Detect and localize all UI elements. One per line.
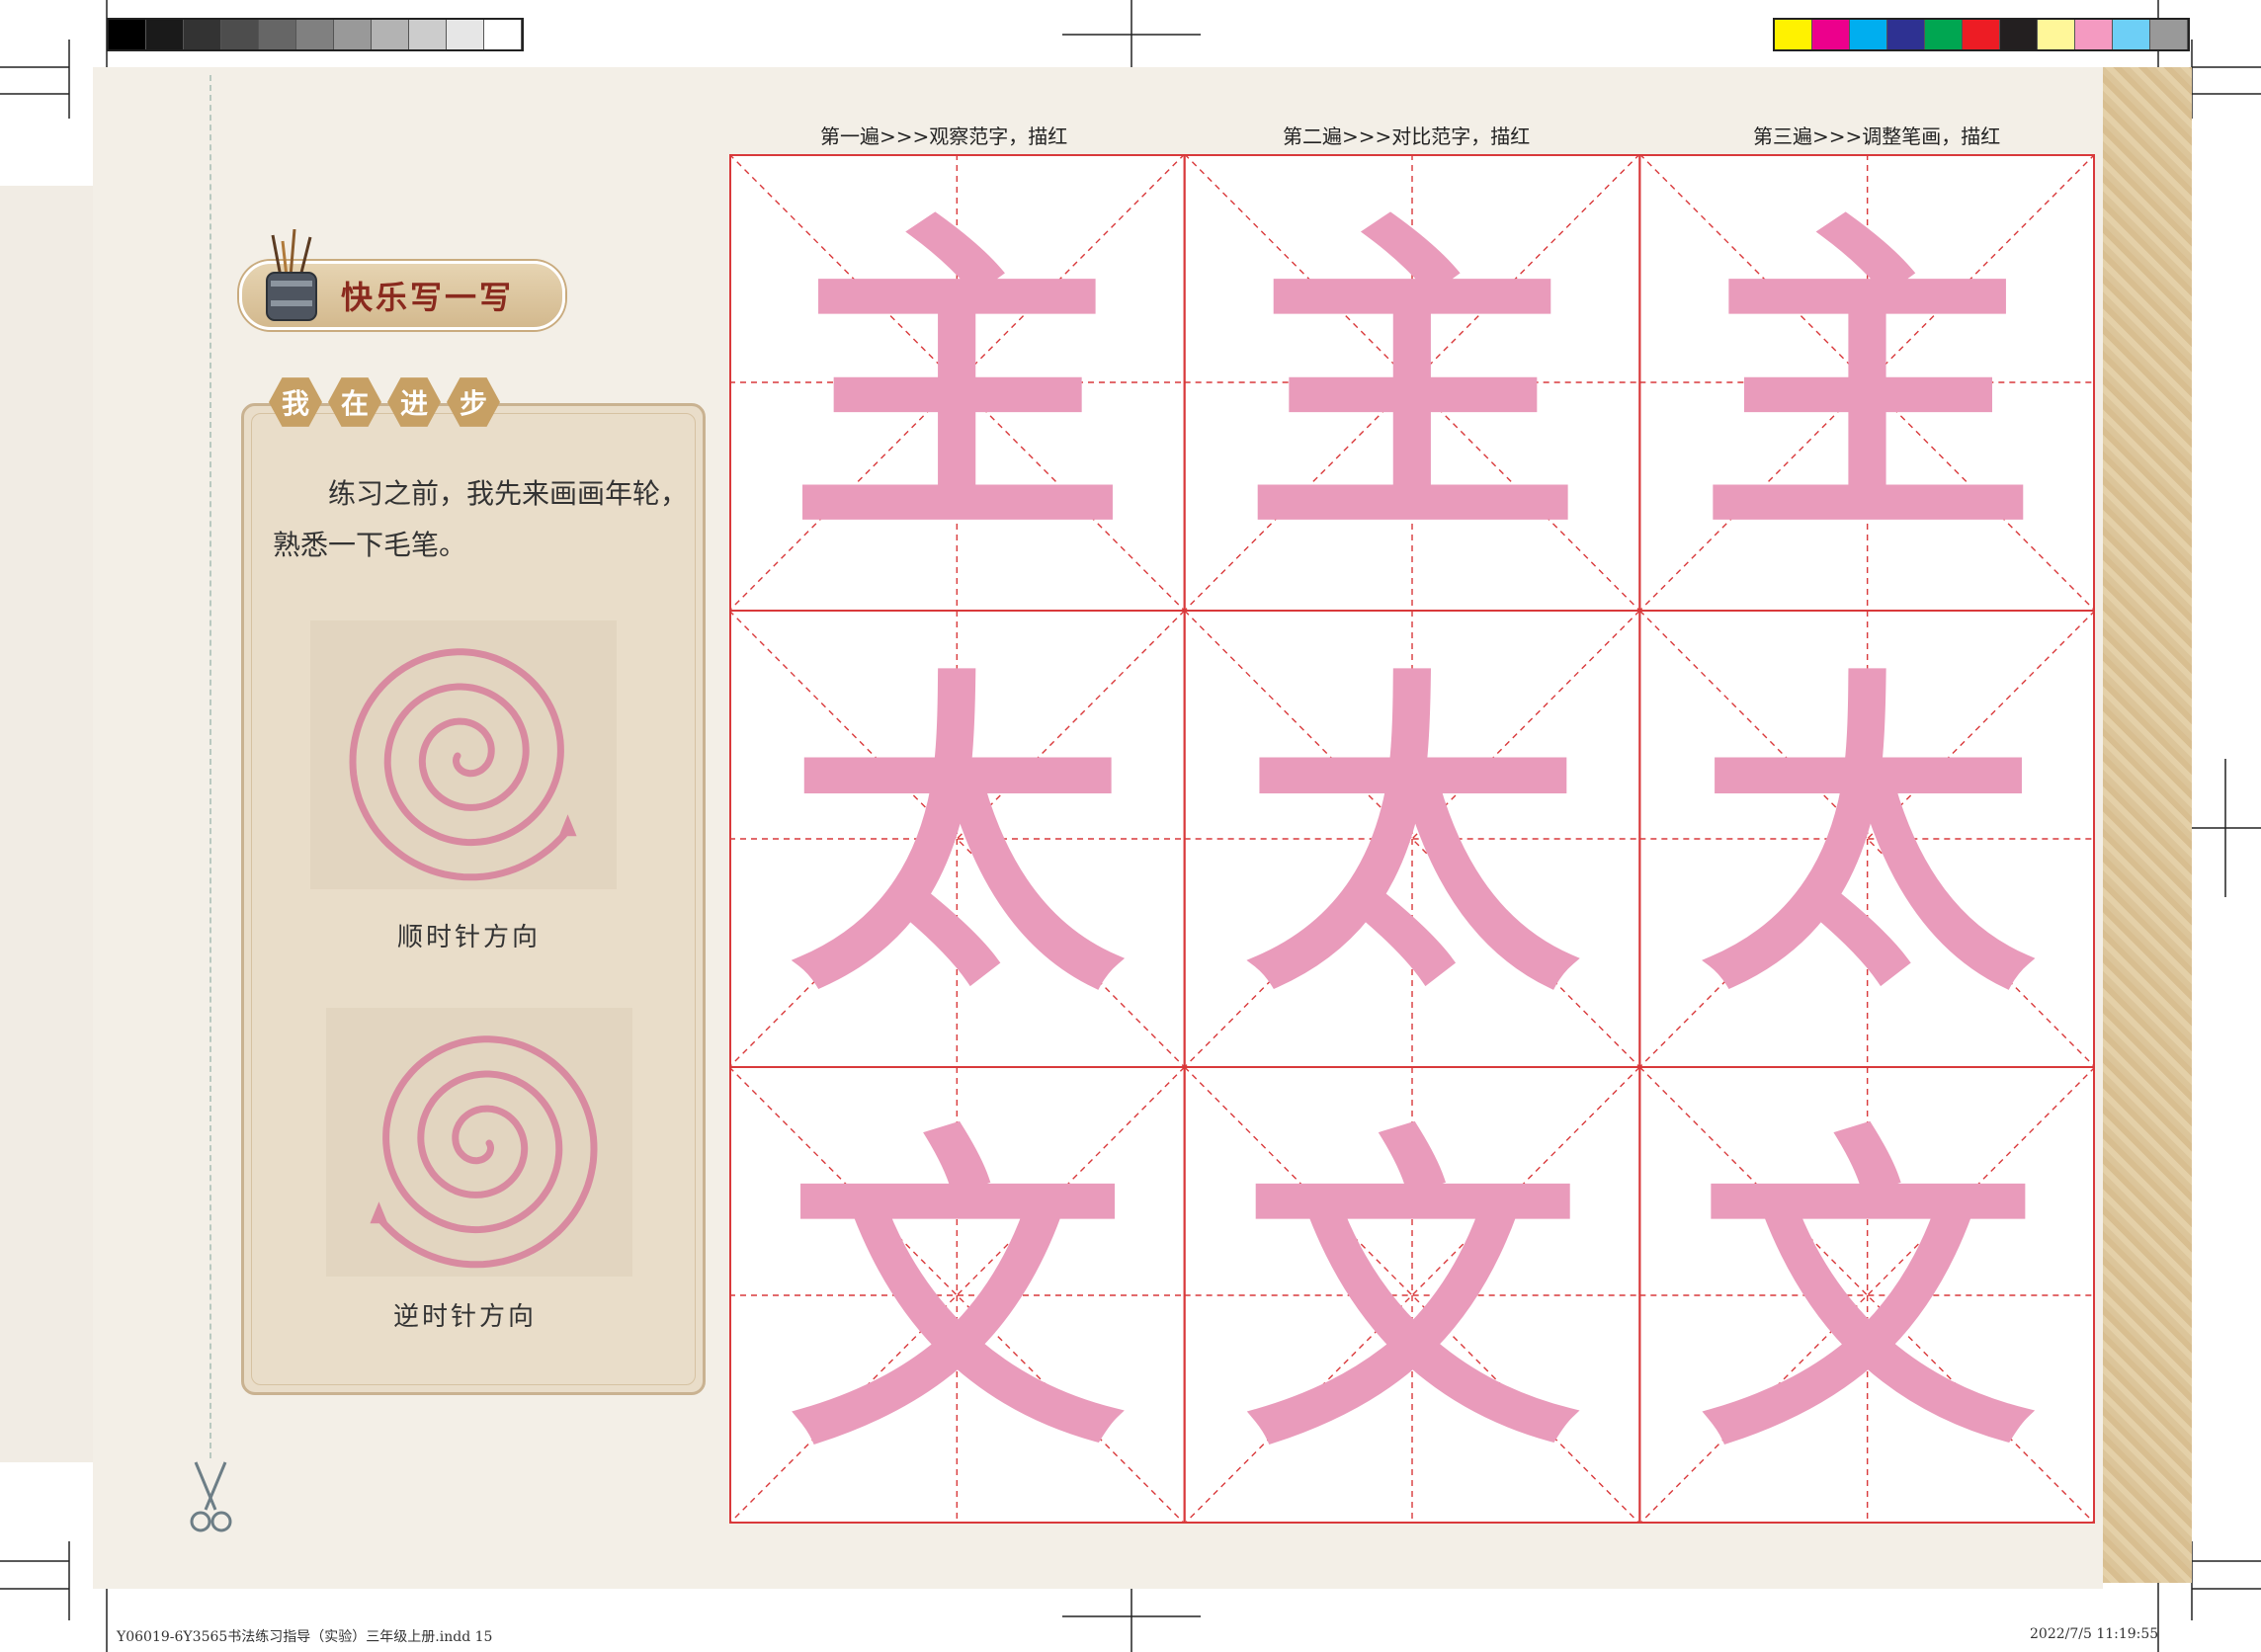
header-pass-3: 第三遍>>>调整笔画，描红: [1753, 124, 2001, 148]
tracing-character: 文: [1244, 1098, 1580, 1492]
cut-line: [209, 75, 211, 1458]
calibration-swatch: [109, 20, 146, 49]
calibration-swatch: [484, 20, 522, 49]
calibration-swatch: [2075, 20, 2113, 49]
clockwise-caption: 顺时针方向: [397, 923, 542, 952]
tracing-character: 主: [789, 185, 1125, 579]
section-title: 快乐写一写: [341, 279, 515, 316]
tracing-character: 太: [789, 641, 1125, 1035]
calibration-swatch: [1812, 20, 1850, 49]
calibration-swatch: [296, 20, 334, 49]
calibration-swatch: [2150, 20, 2188, 49]
progress-tag: 我: [269, 377, 322, 427]
tracing-grid: 主主主太太太文文文: [729, 154, 2095, 1524]
clockwise-spiral-figure: [349, 648, 577, 881]
scroll-edge-decoration: [2103, 67, 2192, 1583]
tracing-character: 太: [1700, 641, 2036, 1035]
tracing-character: 主: [1700, 185, 2036, 579]
calibration-swatch: [259, 20, 296, 49]
header-pass-1: 第一遍>>>观察范字，描红: [820, 124, 1068, 148]
calibration-swatch: [146, 20, 184, 49]
direction-arrow-icon: [370, 1201, 388, 1224]
grayscale-calibration-bar: [107, 18, 524, 51]
calibration-swatch: [1887, 20, 1925, 49]
calibration-swatch: [1850, 20, 1887, 49]
counterclockwise-spiral-figure: [370, 1035, 598, 1269]
calibration-swatch: [1963, 20, 2000, 49]
print-file-info: Y06019-6Y3565书法练习指导（实验）三年级上册.indd 15: [117, 1629, 493, 1645]
calibration-swatch: [372, 20, 409, 49]
header-pass-2: 第二遍>>>对比范字，描红: [1283, 124, 1531, 148]
brush-pot-icon: [266, 229, 317, 321]
calibration-swatch: [2000, 20, 2038, 49]
left-margin-strip: [0, 186, 93, 1462]
progress-tag: 进: [387, 377, 441, 427]
calibration-swatch: [409, 20, 447, 49]
calibration-swatch: [1925, 20, 1963, 49]
direction-arrow-icon: [558, 814, 577, 837]
calibration-swatch: [1775, 20, 1812, 49]
tracing-character: 文: [1700, 1098, 2036, 1492]
spiral-line: [349, 648, 572, 881]
spiral-line: [375, 1035, 598, 1269]
tracing-character: 文: [789, 1098, 1125, 1492]
tracing-character: 太: [1244, 641, 1580, 1035]
tracing-character: 主: [1244, 185, 1580, 579]
practice-instruction: 练习之前，我先来画画年轮，熟悉一下毛笔。: [273, 477, 689, 561]
calibration-swatch: [221, 20, 259, 49]
counterclockwise-caption: 逆时针方向: [393, 1302, 538, 1332]
progress-tag: 在: [328, 377, 381, 427]
calibration-swatch: [334, 20, 372, 49]
print-timestamp: 2022/7/5 11:19:55: [2030, 1626, 2159, 1642]
calibration-swatch: [184, 20, 221, 49]
calibration-swatch: [2113, 20, 2150, 49]
color-calibration-bar: [1773, 18, 2190, 51]
calibration-swatch: [447, 20, 484, 49]
calibration-swatch: [2038, 20, 2075, 49]
progress-tag-row: 我 在 进 步: [269, 375, 500, 429]
scissors-icon: [190, 1461, 232, 1532]
progress-tag: 步: [447, 377, 500, 427]
